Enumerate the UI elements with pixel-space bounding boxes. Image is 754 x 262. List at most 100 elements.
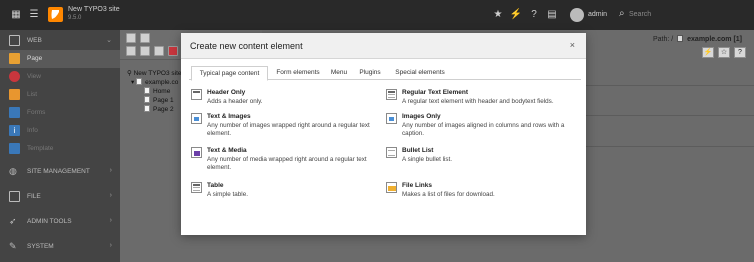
module-group-site-management[interactable]: ◍ SITE MANAGEMENT ›	[0, 163, 120, 181]
module-group-system[interactable]: ✎ SYSTEM ›	[0, 238, 120, 256]
tab-plugins[interactable]: Plugins	[355, 66, 385, 80]
divider	[572, 115, 754, 116]
element-title: Images Only	[402, 113, 441, 120]
element-description: A simple table.	[207, 191, 248, 198]
module-group-file[interactable]: FILE ›	[0, 188, 120, 206]
page-icon	[136, 78, 143, 85]
module-label: Forms	[27, 109, 46, 116]
bookmark-star-icon[interactable]: ★	[491, 8, 505, 22]
module-item-forms[interactable]: Forms	[0, 104, 120, 122]
chevron-down-icon: ⌄	[106, 37, 112, 44]
module-group-web[interactable]: WEB ⌄	[0, 32, 120, 50]
chevron-right-icon: ›	[109, 192, 112, 199]
module-group-label: ADMIN TOOLS	[27, 218, 72, 225]
tree-item-page1[interactable]: Page 1	[144, 96, 174, 104]
bookmark-icon[interactable]: ☆	[718, 47, 730, 58]
page-icon	[677, 35, 684, 42]
regular-text-icon	[386, 89, 397, 100]
apps-menu-icon[interactable]: ▦	[9, 8, 23, 22]
element-description: A regular text element with header and b…	[402, 98, 554, 105]
filter-icon[interactable]	[140, 33, 150, 43]
file-links-icon	[386, 182, 397, 193]
help-icon[interactable]: ?	[527, 8, 541, 22]
tree-label: New TYPO3 site	[133, 70, 182, 77]
site-name: New TYPO3 site	[68, 6, 120, 13]
module-group-label: FILE	[27, 193, 41, 200]
element-title: Text & Media	[207, 147, 247, 154]
tab-special-elements[interactable]: Special elements	[389, 66, 451, 80]
top-bar: ▦ ☰ New TYPO3 site 9.5.0 ★ ⚡ ? ▤ admin ⌕…	[0, 0, 754, 30]
module-menu: WEB ⌄ Page View List Forms i Info Templa…	[0, 30, 120, 262]
close-icon[interactable]: ×	[570, 40, 575, 50]
tree-root[interactable]: ⚲ New TYPO3 site	[127, 69, 182, 77]
header-only-icon	[191, 89, 202, 100]
tab-menu[interactable]: Menu	[327, 66, 351, 80]
element-title: Bullet List	[402, 147, 434, 154]
wrench-icon: ✎	[9, 241, 17, 251]
delete-icon[interactable]	[168, 46, 178, 56]
module-item-view[interactable]: View	[0, 68, 120, 86]
tab-form-elements[interactable]: Form elements	[271, 66, 325, 80]
element-description: Adds a header only.	[207, 98, 263, 105]
flash-icon[interactable]: ⚡	[702, 47, 714, 58]
element-title: Regular Text Element	[402, 89, 468, 96]
flash-icon[interactable]: ⚡	[509, 8, 523, 22]
search-input[interactable]: Search	[629, 11, 651, 18]
dialog-header: Create new content element ×	[181, 33, 586, 59]
tree-label: example.co	[145, 79, 179, 86]
element-description: Any number of media wrapped right around…	[207, 156, 367, 172]
typo3-logo[interactable]	[48, 7, 63, 22]
page-icon[interactable]	[126, 46, 136, 56]
module-item-list[interactable]: List	[0, 86, 120, 104]
module-item-page[interactable]: Page	[0, 50, 120, 68]
help-icon[interactable]: ?	[734, 47, 746, 58]
element-description: Makes a list of files for download.	[402, 191, 495, 198]
page-icon	[144, 87, 150, 94]
path-page-title[interactable]: example.com [1]	[687, 36, 742, 43]
rocket-icon: ➶	[9, 216, 17, 226]
module-label: View	[27, 73, 41, 80]
user-name[interactable]: admin	[588, 11, 607, 18]
element-title: File Links	[402, 182, 432, 189]
module-group-admin-tools[interactable]: ➶ ADMIN TOOLS ›	[0, 213, 120, 231]
divider	[572, 146, 754, 147]
element-title: Table	[207, 182, 224, 189]
image-icon	[9, 191, 20, 202]
module-label: Template	[27, 145, 54, 152]
new-page-icon[interactable]	[126, 33, 136, 43]
page-icon	[144, 96, 150, 103]
web-icon	[9, 35, 20, 46]
new-content-element-dialog: Create new content element × Typical pag…	[181, 33, 586, 235]
page-icon	[144, 105, 150, 112]
module-item-template[interactable]: Template	[0, 140, 120, 158]
search-icon[interactable]: ⌕	[619, 8, 625, 19]
avatar[interactable]	[570, 8, 584, 22]
breadcrumb: Path: / example.com [1]	[653, 35, 742, 43]
module-group-label: SITE MANAGEMENT	[27, 168, 90, 175]
page-icon[interactable]	[154, 46, 164, 56]
images-only-icon	[386, 113, 397, 124]
collapse-icon: ▾	[131, 79, 135, 86]
globe-icon: ◍	[9, 166, 17, 176]
tree-item-domain[interactable]: ▾ example.co	[131, 78, 178, 86]
element-description: Any number of images wrapped right aroun…	[207, 122, 370, 138]
hamburger-icon[interactable]: ☰	[27, 8, 41, 22]
page-module-icon	[9, 53, 20, 64]
view-module-icon	[9, 71, 20, 82]
module-item-info[interactable]: i Info	[0, 122, 120, 140]
module-group-label: SYSTEM	[27, 243, 54, 250]
tree-item-home[interactable]: Home	[144, 87, 170, 95]
dialog-title: Create new content element	[190, 41, 303, 51]
forms-module-icon	[9, 107, 20, 118]
page-icon[interactable]	[140, 46, 150, 56]
tree-label: Home	[153, 88, 171, 95]
tab-typical-page-content[interactable]: Typical page content	[191, 66, 268, 81]
bullet-list-icon	[386, 147, 397, 158]
globe-icon: ⚲	[127, 70, 132, 77]
tree-item-page2[interactable]: Page 2	[144, 105, 174, 113]
system-info-icon[interactable]: ▤	[545, 8, 559, 22]
chevron-right-icon: ›	[109, 167, 112, 174]
element-title: Text & Images	[207, 113, 251, 120]
element-title: Header Only	[207, 89, 246, 96]
chevron-right-icon: ›	[109, 242, 112, 249]
